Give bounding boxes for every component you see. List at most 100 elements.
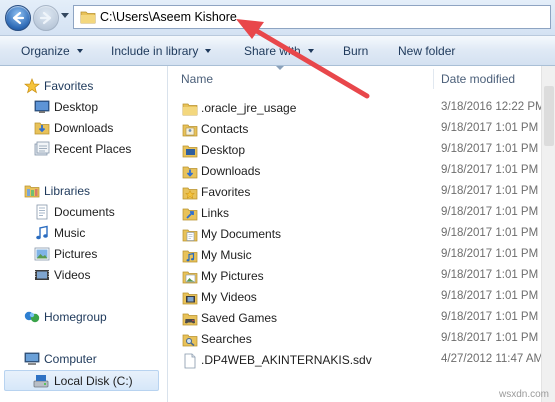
file-date-modified: 9/18/2017 1:01 PM: [441, 164, 539, 176]
file-name: Desktop: [201, 143, 246, 157]
downloads-folder-icon: [34, 122, 50, 135]
organize-label: Organize: [21, 44, 70, 58]
file-date-modified: 9/18/2017 1:01 PM: [441, 122, 539, 134]
file-date-modified: 4/27/2012 11:47 AM: [441, 353, 544, 365]
file-list: Name Date modified .oracle_jre_usage 3/18…: [168, 66, 555, 402]
scrollbar-thumb[interactable]: [544, 86, 554, 146]
file-date-modified: 3/18/2016 12:22 PM: [441, 101, 545, 113]
share-with-button[interactable]: Share with: [244, 44, 314, 58]
file-name: Favorites: [201, 185, 251, 199]
videos-folder-icon: [182, 292, 198, 305]
file-name: .oracle_jre_usage: [201, 101, 297, 115]
chevron-down-icon: [307, 49, 314, 53]
command-bar: Organize Include in library Share with B…: [0, 36, 555, 66]
libraries-icon: [24, 185, 40, 198]
searches-folder-icon: [182, 334, 198, 347]
file-row[interactable]: My Documents 9/18/2017 1:01 PM: [168, 224, 555, 245]
file-name: My Music: [201, 248, 252, 262]
file-row[interactable]: Links 9/18/2017 1:01 PM: [168, 203, 555, 224]
nav-item-recent-places[interactable]: Recent Places: [34, 139, 154, 159]
column-divider[interactable]: [433, 69, 434, 89]
include-in-library-button[interactable]: Include in library: [111, 44, 212, 58]
watermark: wsxdn.com: [498, 389, 549, 400]
chevron-down-icon: [76, 49, 83, 53]
nav-item-downloads[interactable]: Downloads: [34, 118, 154, 138]
file-name: Contacts: [201, 122, 249, 136]
nav-item-local-disk[interactable]: Local Disk (C:): [4, 370, 159, 391]
navigation-pane: Favorites Desktop Downloads Recent Place…: [0, 66, 168, 402]
back-button[interactable]: [5, 5, 31, 31]
back-arrow-icon: [12, 11, 25, 25]
file-row[interactable]: .DP4WEB_AKINTERNAKIS.sdv 4/27/2012 11:47 …: [168, 350, 555, 371]
documents-folder-icon: [182, 229, 198, 242]
file-date-modified: 9/18/2017 1:01 PM: [441, 248, 539, 260]
file-row[interactable]: .oracle_jre_usage 3/18/2016 12:22 PM: [168, 98, 555, 119]
file-row[interactable]: Downloads 9/18/2017 1:01 PM: [168, 161, 555, 182]
music-folder-icon: [182, 250, 198, 263]
forward-arrow-icon: [39, 11, 52, 25]
saved-games-folder-icon: [182, 313, 198, 326]
organize-button[interactable]: Organize: [21, 44, 83, 58]
nav-group-label: Homegroup: [44, 310, 107, 324]
nav-group-computer[interactable]: Computer: [24, 349, 154, 369]
file-row[interactable]: Searches 9/18/2017 1:01 PM: [168, 329, 555, 350]
column-header-name[interactable]: Name: [181, 66, 426, 92]
column-header-date-modified[interactable]: Date modified: [441, 66, 551, 92]
file-date-modified: 9/18/2017 1:01 PM: [441, 206, 539, 218]
file-name: My Pictures: [201, 269, 264, 283]
address-path: C:\Users\Aseem Kishore: [100, 10, 237, 24]
pictures-icon: [34, 247, 50, 261]
address-field[interactable]: C:\Users\Aseem Kishore: [73, 5, 551, 29]
file-row[interactable]: Desktop 9/18/2017 1:01 PM: [168, 140, 555, 161]
file-name: Saved Games: [201, 311, 278, 325]
nav-group-homegroup[interactable]: Homegroup: [24, 307, 154, 327]
pictures-folder-icon: [182, 271, 198, 284]
address-toolbar: C:\Users\Aseem Kishore: [0, 0, 555, 36]
videos-icon: [35, 270, 49, 280]
nav-item-label: Documents: [54, 205, 115, 219]
file-row[interactable]: My Music 9/18/2017 1:01 PM: [168, 245, 555, 266]
file-row[interactable]: Favorites 9/18/2017 1:01 PM: [168, 182, 555, 203]
nav-item-label: Local Disk (C:): [54, 374, 133, 388]
file-name: My Documents: [201, 227, 282, 241]
computer-icon: [24, 352, 40, 365]
links-folder-icon: [182, 208, 198, 221]
file-name: .DP4WEB_AKINTERNAKIS.sdv: [201, 353, 372, 367]
nav-item-label: Desktop: [54, 100, 99, 114]
folder-icon: [80, 11, 96, 24]
desktop-icon: [34, 100, 50, 113]
recent-places-icon: [34, 141, 50, 156]
burn-label: Burn: [343, 44, 369, 58]
nav-item-music[interactable]: Music: [34, 223, 154, 243]
column-header-label: Name: [181, 72, 214, 86]
chevron-down-icon: [205, 49, 212, 53]
new-folder-button[interactable]: New folder: [398, 44, 455, 58]
folder-icon: [182, 103, 198, 116]
nav-item-label: Downloads: [54, 121, 114, 135]
file-row[interactable]: Saved Games 9/18/2017 1:01 PM: [168, 308, 555, 329]
file-row[interactable]: My Videos 9/18/2017 1:01 PM: [168, 287, 555, 308]
nav-group-libraries[interactable]: Libraries: [24, 181, 154, 201]
file-row[interactable]: Contacts 9/18/2017 1:01 PM: [168, 119, 555, 140]
nav-group-label: Libraries: [44, 184, 91, 198]
include-in-library-label: Include in library: [111, 44, 199, 58]
burn-button[interactable]: Burn: [343, 44, 368, 58]
nav-item-pictures[interactable]: Pictures: [34, 244, 154, 264]
file-date-modified: 9/18/2017 1:01 PM: [441, 269, 539, 281]
nav-group-label: Favorites: [44, 79, 94, 93]
nav-item-desktop[interactable]: Desktop: [34, 97, 154, 117]
share-with-label: Share with: [244, 44, 301, 58]
nav-item-label: Videos: [54, 268, 91, 282]
nav-item-documents[interactable]: Documents: [34, 202, 154, 222]
nav-group-favorites[interactable]: Favorites: [24, 76, 154, 96]
vertical-scrollbar[interactable]: [541, 66, 555, 402]
recent-pages-dropdown[interactable]: [61, 13, 69, 18]
forward-button[interactable]: [33, 5, 59, 31]
nav-item-label: Pictures: [54, 247, 98, 261]
file-date-modified: 9/18/2017 1:01 PM: [441, 227, 539, 239]
file-date-modified: 9/18/2017 1:01 PM: [441, 311, 539, 323]
file-row[interactable]: My Pictures 9/18/2017 1:01 PM: [168, 266, 555, 287]
file-name: Downloads: [201, 164, 261, 178]
star-icon: [24, 78, 40, 94]
nav-item-videos[interactable]: Videos: [34, 265, 154, 285]
